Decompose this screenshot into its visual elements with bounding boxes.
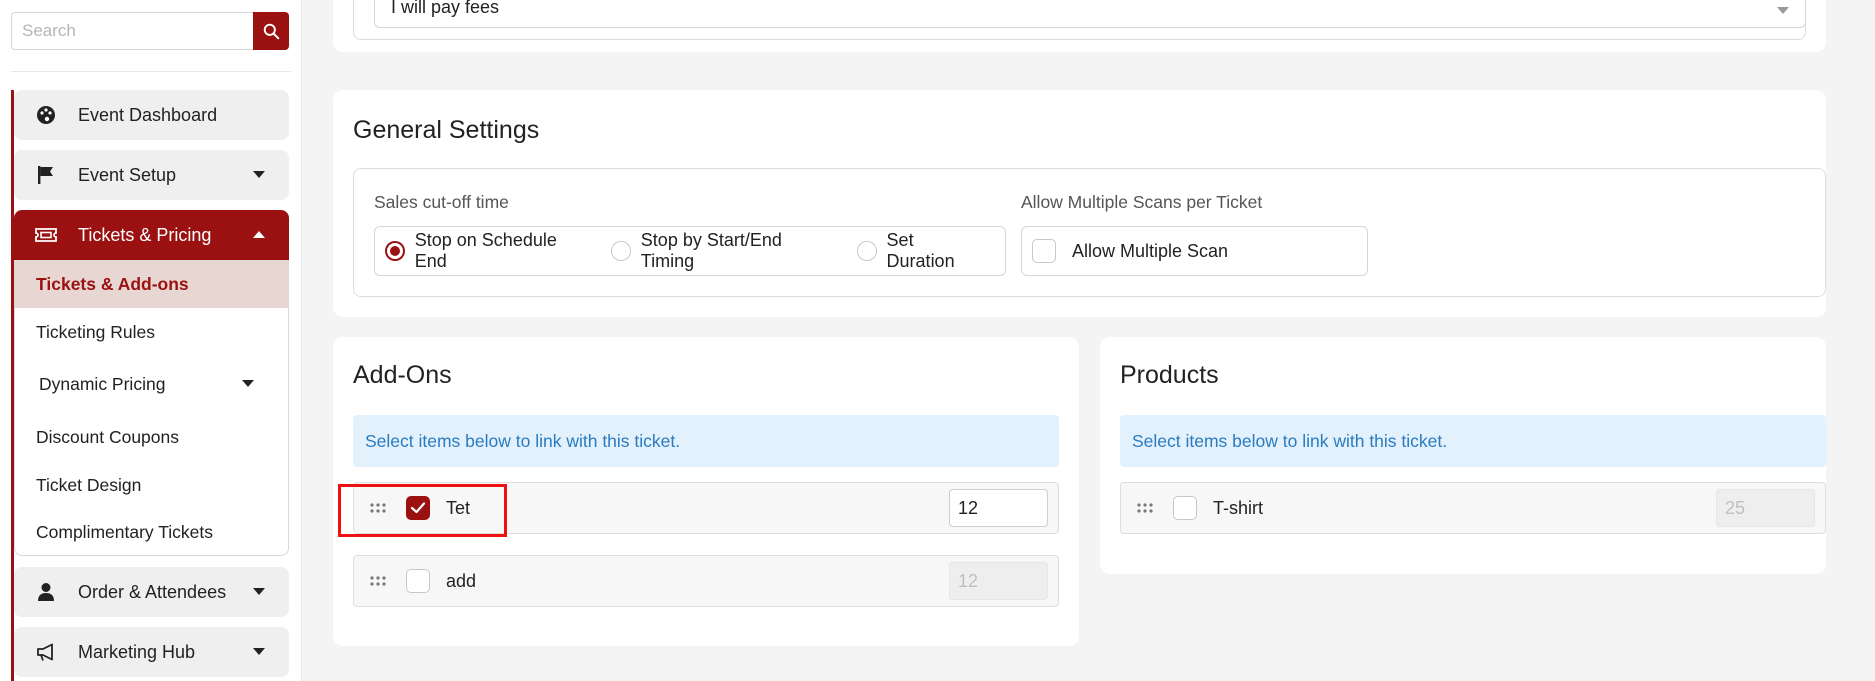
chevron-down-icon: [247, 640, 271, 664]
search-button[interactable]: [253, 12, 289, 50]
fees-select[interactable]: I will pay fees: [374, 0, 1806, 28]
sidebar-item-order-attendees[interactable]: Order & Attendees: [14, 567, 289, 617]
megaphone-icon: [34, 640, 58, 664]
chevron-down-icon: [247, 163, 271, 187]
sales-cutoff-label: Sales cut-off time: [374, 192, 509, 212]
fees-select-value: I will pay fees: [391, 0, 500, 17]
products-title: Products: [1120, 361, 1219, 389]
submenu-item-label: Ticket Design: [36, 474, 142, 495]
checkbox-label: Allow Multiple Scan: [1072, 240, 1229, 261]
tickets-submenu: Tickets & Add-ons Ticketing Rules Dynami…: [14, 260, 289, 556]
submenu-item-label: Discount Coupons: [36, 426, 179, 447]
radio-stop-by-start-end[interactable]: Stop by Start/End Timing: [611, 230, 837, 272]
sidebar-item-label: Tickets & Pricing: [78, 224, 212, 245]
sidebar-item-event-setup[interactable]: Event Setup: [14, 150, 289, 200]
chevron-down-icon: [236, 372, 260, 396]
drag-handle-icon[interactable]: [1135, 501, 1155, 515]
addons-title: Add-Ons: [353, 361, 452, 389]
submenu-item-label: Tickets & Add-ons: [36, 273, 189, 294]
flag-icon: [34, 163, 58, 187]
submenu-item-label: Ticketing Rules: [36, 321, 155, 342]
radio-label: Set Duration: [886, 230, 955, 271]
submenu-item-ticketing-rules[interactable]: Ticketing Rules: [15, 308, 288, 356]
drag-handle-icon[interactable]: [368, 574, 388, 588]
sidebar-item-marketing-hub[interactable]: Marketing Hub: [14, 627, 289, 677]
allow-multiple-scan-field[interactable]: Allow Multiple Scan: [1021, 226, 1368, 276]
user-icon: [34, 580, 58, 604]
info-text: Select items below to link with this tic…: [1132, 430, 1448, 451]
addon-checkbox[interactable]: [406, 569, 430, 593]
radio-label: Stop by Start/End Timing: [640, 230, 782, 271]
chevron-up-icon: [247, 223, 271, 247]
sidebar-item-tickets-pricing[interactable]: Tickets & Pricing: [14, 210, 289, 260]
general-settings-title: General Settings: [353, 116, 540, 144]
divider: [11, 71, 291, 72]
palette-icon: [34, 103, 58, 127]
addon-quantity-input[interactable]: [949, 489, 1048, 527]
addon-row-add: add: [353, 555, 1059, 607]
submenu-item-discount-coupons[interactable]: Discount Coupons: [15, 413, 288, 461]
allow-multiple-scan-checkbox[interactable]: [1032, 239, 1056, 263]
radio-dot[interactable]: [856, 241, 877, 261]
radio-label: Stop on Schedule End: [414, 230, 557, 271]
radio-dot-selected[interactable]: [385, 241, 405, 261]
addon-label: add: [446, 570, 477, 591]
info-text: Select items below to link with this tic…: [365, 430, 681, 451]
submenu-item-ticket-design[interactable]: Ticket Design: [15, 461, 288, 509]
sidebar-item-label: Marketing Hub: [78, 641, 196, 662]
search-input[interactable]: [11, 12, 253, 50]
addon-quantity-input: [949, 562, 1048, 600]
submenu-item-label: Dynamic Pricing: [39, 373, 166, 394]
products-info-banner: Select items below to link with this tic…: [1120, 415, 1826, 467]
ticket-icon: [34, 223, 58, 247]
sidebar-item-event-dashboard[interactable]: Event Dashboard: [14, 90, 289, 140]
sidebar-item-label: Event Dashboard: [78, 104, 218, 125]
search-bar: [11, 12, 289, 50]
sidebar-item-label: Event Setup: [78, 164, 177, 185]
radio-dot[interactable]: [611, 241, 631, 261]
highlight-box: [338, 484, 507, 537]
radio-stop-on-schedule-end[interactable]: Stop on Schedule End: [385, 230, 591, 272]
product-quantity-input: [1716, 489, 1815, 527]
product-label: T-shirt: [1213, 497, 1264, 518]
chevron-down-icon: [247, 580, 271, 604]
submenu-item-tickets-addons[interactable]: Tickets & Add-ons: [15, 260, 288, 308]
product-checkbox[interactable]: [1173, 496, 1197, 520]
submenu-item-complimentary-tickets[interactable]: Complimentary Tickets: [15, 508, 288, 556]
product-row-tshirt: T-shirt: [1120, 482, 1826, 534]
sidebar: Event Dashboard Event Setup Tickets & Pr…: [0, 0, 302, 681]
multi-scan-label: Allow Multiple Scans per Ticket: [1021, 192, 1263, 212]
addons-info-banner: Select items below to link with this tic…: [353, 415, 1059, 467]
search-icon: [263, 23, 279, 39]
addon-label: Tet: [446, 497, 471, 518]
chevron-down-icon: [1777, 0, 1789, 20]
submenu-item-label: Complimentary Tickets: [36, 521, 213, 542]
radio-set-duration[interactable]: Set Duration: [856, 230, 985, 272]
sales-cutoff-radio-group: Stop on Schedule End Stop by Start/End T…: [374, 226, 1006, 276]
sidebar-item-label: Order & Attendees: [78, 581, 227, 602]
submenu-item-dynamic-pricing[interactable]: Dynamic Pricing: [15, 360, 288, 408]
